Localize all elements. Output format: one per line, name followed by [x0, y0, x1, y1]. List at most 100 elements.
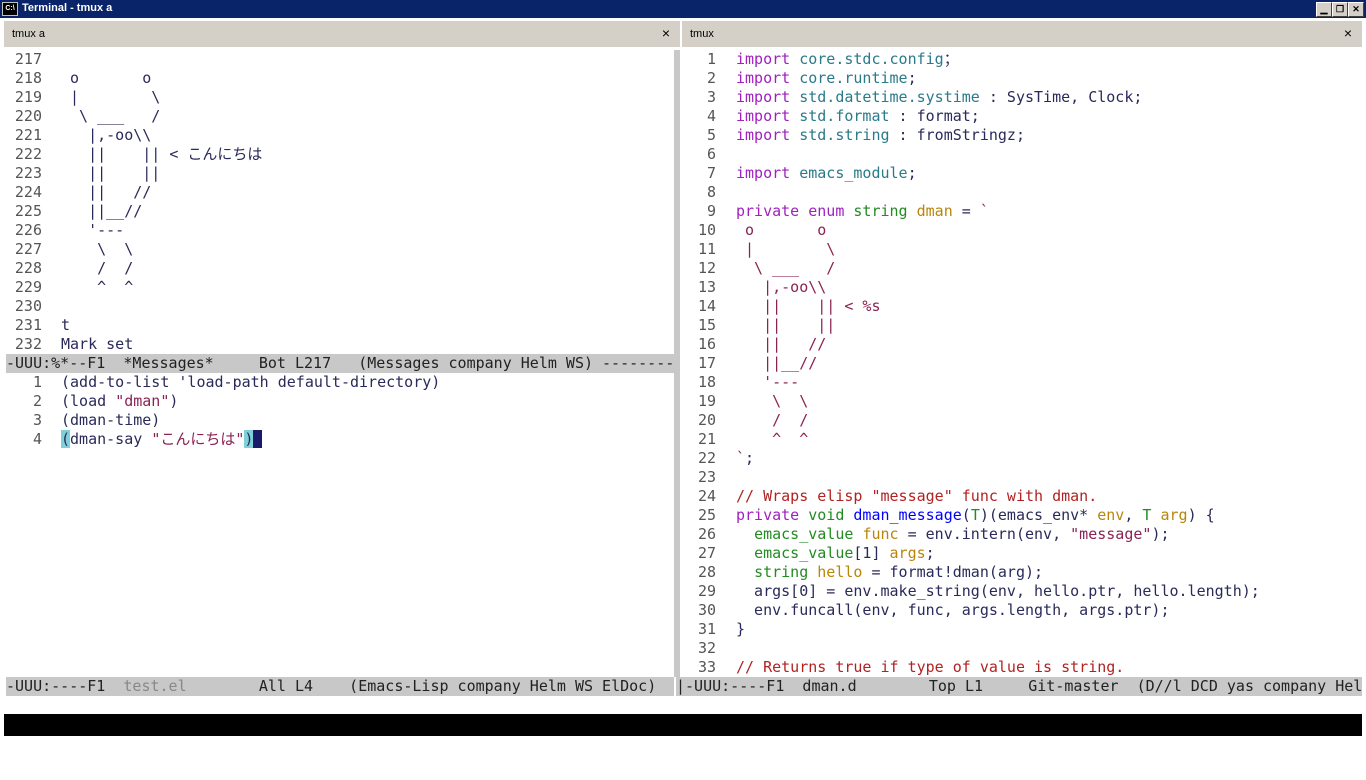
- line-number: 3: [706, 88, 716, 106]
- code-token: env: [1097, 506, 1125, 524]
- tmux-window-list[interactable]: [0] 0:emacs* 1:zsh-: [8, 736, 180, 758]
- code-line: 9 private enum string dman = `: [680, 202, 1362, 221]
- code-line: 10 o o: [680, 221, 1362, 240]
- code-token: core.runtime: [799, 69, 908, 87]
- line-text: '---: [61, 221, 125, 239]
- code-token: string: [853, 202, 917, 220]
- code-line: 3 import std.datetime.systime : SysTime, …: [680, 88, 1362, 107]
- code-token: `: [979, 202, 989, 220]
- code-token: ；: [943, 50, 959, 68]
- line-text: || || < こんにちは: [61, 145, 263, 163]
- line-number: 7: [706, 164, 716, 182]
- line-text: }: [736, 620, 745, 639]
- line-text: import core.runtime;: [736, 69, 917, 88]
- buffer-line: 230: [6, 297, 674, 316]
- code-token: = format!dman(arg);: [862, 563, 1044, 581]
- code-token: ;: [925, 544, 935, 562]
- buffer-line: 223 || ||: [6, 164, 674, 183]
- line-number: 6: [706, 145, 716, 163]
- code-token: args[0] = env.make_string(env, hello.ptr…: [736, 582, 1260, 600]
- code-line: 8: [680, 183, 1362, 202]
- code-line: 28 string hello = format!dman(arg);: [680, 563, 1362, 582]
- line-number: 17: [697, 354, 716, 372]
- line-text: || //: [61, 183, 152, 201]
- code-line: 18 '---: [680, 373, 1362, 392]
- line-text: import std.format : format;: [736, 107, 980, 126]
- line-number: 1: [706, 50, 716, 68]
- buffer-line: 2 (load "dman"): [6, 392, 674, 411]
- messages-modeline: -UUU:%*--F1 *Messages* Bot L217 (Message…: [6, 354, 674, 373]
- minimize-button[interactable]: ▁: [1316, 2, 1332, 17]
- code-line: 33 // Returns true if type of value is st…: [680, 658, 1362, 677]
- line-number: 218: [14, 69, 42, 87]
- modeline-info: All L4 (Emacs-Lisp company Helm WS ElDoc…: [186, 677, 657, 695]
- line-number: 9: [706, 202, 716, 220]
- line-text: || ||: [61, 164, 161, 182]
- maximize-button[interactable]: ❐: [1332, 2, 1348, 17]
- line-number: 33: [697, 658, 716, 676]
- code-line: 11 | \: [680, 240, 1362, 259]
- line-number: 226: [14, 221, 42, 239]
- code-token: void: [808, 506, 854, 524]
- code-token: || ||: [736, 316, 836, 334]
- line-number: 8: [706, 183, 716, 201]
- code-token: arg: [1160, 506, 1188, 524]
- matching-paren: (: [61, 430, 71, 448]
- code-token: \ ___ /: [736, 259, 836, 277]
- code-token: / /: [736, 411, 809, 429]
- code-token: // Wraps elisp "message" func with dman.: [736, 487, 1098, 505]
- dman-d-buffer[interactable]: 1 import core.stdc.config； 2 import core.ru…: [680, 50, 1362, 677]
- tab-tmux-a[interactable]: tmux a ×: [4, 20, 680, 47]
- line-number: 225: [14, 202, 42, 220]
- messages-buffer[interactable]: 217 218 o o 219 | \ 220 \ ___ /221 |,-oo\\ 2…: [6, 50, 674, 354]
- buffer-line: 218 o o: [6, 69, 674, 88]
- buffer-line: 225 ||__//: [6, 202, 674, 221]
- tab-close-icon[interactable]: ×: [662, 25, 670, 41]
- line-number: 229: [14, 278, 42, 296]
- buffer-line: 232 Mark set: [6, 335, 674, 354]
- code-token: )(emacs_env*: [979, 506, 1098, 524]
- code-token: T: [1142, 506, 1161, 524]
- code-line: 31}: [680, 620, 1362, 639]
- line-number: 18: [697, 373, 716, 391]
- code-token: : SysTime, Clock;: [979, 88, 1143, 106]
- line-text: (load "dman"): [61, 392, 178, 411]
- terminal-icon: C:\: [2, 2, 18, 16]
- line-text: | \: [61, 88, 161, 106]
- line-number: 221: [14, 126, 42, 144]
- line-text: ^ ^: [736, 430, 808, 449]
- test-el-buffer[interactable]: 1 (add-to-list 'load-path default-directo…: [6, 373, 674, 677]
- line-number: 13: [697, 278, 716, 296]
- line-number: 23: [697, 468, 716, 486]
- buffer-line: 227 \ \: [6, 240, 674, 259]
- code-line: 1 import core.stdc.config；: [680, 50, 1362, 69]
- code-token: emacs_value: [754, 525, 863, 543]
- code-line: 13 |,-oo\\: [680, 278, 1362, 297]
- code-line: 12 \ ___ /: [680, 259, 1362, 278]
- line-number: 31: [697, 620, 716, 638]
- tab-close-icon[interactable]: ×: [1344, 25, 1352, 41]
- line-number: 14: [697, 297, 716, 315]
- tab-tmux[interactable]: tmux ×: [682, 20, 1362, 47]
- code-token: );: [1151, 525, 1170, 543]
- code-token: std.string: [799, 126, 890, 144]
- code-line: 5 import std.string : fromStringz;: [680, 126, 1362, 145]
- buffer-line: 224 || //: [6, 183, 674, 202]
- line-number: 30: [697, 601, 716, 619]
- code-token: ) {: [1187, 506, 1215, 524]
- code-line: 25 private void dman_message(T)(emacs_env…: [680, 506, 1362, 525]
- code-text: dman-say: [70, 430, 152, 448]
- code-text: ): [169, 392, 179, 410]
- line-text: |,-oo\\: [736, 278, 826, 297]
- line-number: 1: [32, 373, 42, 391]
- buffer-line: 228 / /: [6, 259, 674, 278]
- line-number: 10: [697, 221, 716, 239]
- line-number: 228: [14, 259, 42, 277]
- code-line: 15 || ||: [680, 316, 1362, 335]
- line-text: ||__//: [736, 354, 817, 373]
- code-token: env.funcall(env, func, args.length, args…: [736, 601, 1170, 619]
- line-number: 16: [697, 335, 716, 353]
- close-window-button[interactable]: ✕: [1348, 2, 1364, 17]
